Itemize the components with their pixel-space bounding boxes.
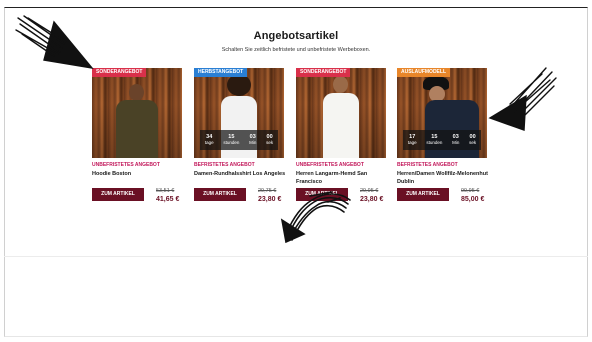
countdown-minutes: 03 Min	[452, 133, 460, 145]
offer-type-label: UNBEFRISTETES ANGEBOT	[296, 162, 364, 168]
countdown-days: 34 tage	[204, 133, 214, 145]
countdown-timer: 34 tage 15 stunden 03 Min 00 sek	[200, 130, 278, 150]
old-price: 29,75 €	[258, 188, 277, 194]
countdown-timer: 17 tage 15 stunden 03 Min 00 sek	[403, 130, 481, 150]
sale-price: 23,80 €	[360, 196, 384, 203]
to-article-button[interactable]: ZUM ARTIKEL	[397, 188, 449, 201]
product-name[interactable]: Damen-Rundhalsshirt Los Angeles	[194, 170, 286, 178]
countdown-hours: 15 stunden	[426, 133, 443, 145]
old-price: 99,95 €	[461, 188, 480, 194]
product-image[interactable]: AUSLAUFMODELL 17 tage 15 stunden 03 Min 00 s…	[397, 68, 487, 158]
offer-badge: AUSLAUFMODELL	[397, 68, 450, 77]
sale-price: 41,65 €	[156, 196, 180, 203]
product-image[interactable]: SONDERANGEBOT	[92, 68, 182, 158]
product-name[interactable]: Herren Langarm-Hemd San Francisco	[296, 170, 388, 186]
product-image[interactable]: SONDERANGEBOT	[296, 68, 386, 158]
annotation-arrow-icon	[488, 67, 557, 131]
offer-type-label: UNBEFRISTETES ANGEBOT	[92, 162, 160, 168]
product-name[interactable]: Hoodie Boston	[92, 170, 184, 178]
model-figure	[321, 76, 361, 158]
product-card[interactable]: SONDERANGEBOT UNBEFRISTETES ANGEBOT Hood…	[92, 68, 182, 210]
product-image[interactable]: HERBSTANGEBOT 34 tage 15 stunden 03 Min 00 s…	[194, 68, 284, 158]
old-price: 29,95 €	[360, 188, 379, 194]
product-card[interactable]: HERBSTANGEBOT 34 tage 15 stunden 03 Min 00 s…	[194, 68, 286, 210]
annotation-arrow-icon	[280, 191, 351, 244]
annotation-arrow-icon	[15, 15, 94, 69]
offer-badge: SONDERANGEBOT	[92, 68, 147, 77]
countdown-days: 17 tage	[407, 133, 417, 145]
offer-badge: HERBSTANGEBOT	[194, 68, 248, 77]
countdown-hours: 15 stunden	[223, 133, 240, 145]
countdown-seconds: 00 sek	[266, 133, 274, 145]
to-article-button[interactable]: ZUM ARTIKEL	[194, 188, 246, 201]
to-article-button[interactable]: ZUM ARTIKEL	[92, 188, 144, 201]
offer-type-label: BEFRISTETES ANGEBOT	[194, 162, 255, 168]
product-card[interactable]: SONDERANGEBOT UNBEFRISTETES ANGEBOT Herr…	[296, 68, 386, 210]
sale-price: 85,00 €	[461, 196, 485, 203]
countdown-seconds: 00 sek	[469, 133, 477, 145]
offer-badge: SONDERANGEBOT	[296, 68, 351, 77]
divider	[4, 256, 588, 257]
model-figure	[112, 78, 162, 158]
countdown-minutes: 03 Min	[249, 133, 257, 145]
offer-type-label: BEFRISTETES ANGEBOT	[397, 162, 458, 168]
sale-price: 23,80 €	[258, 196, 282, 203]
old-price: 53,51 €	[156, 188, 175, 194]
product-card[interactable]: AUSLAUFMODELL 17 tage 15 stunden 03 Min 00 s…	[397, 68, 489, 210]
product-name[interactable]: Herren/Damen Wollfilz-Melonenhut Dublin	[397, 170, 489, 186]
